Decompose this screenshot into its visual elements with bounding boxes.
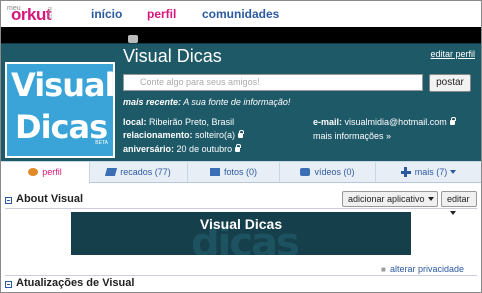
- tab-label: fotos (0): [223, 167, 257, 177]
- edit-label: editar: [447, 194, 470, 204]
- nav-link-inicio[interactable]: início: [91, 7, 122, 21]
- logo-text: orkut: [11, 5, 52, 24]
- add-app-button[interactable]: adicionar aplicativo: [342, 191, 438, 207]
- tab-recados[interactable]: recados (77): [89, 162, 187, 182]
- avatar-line-2: Dicas: [15, 108, 108, 146]
- info-email: e-mail: visualmidia@hotmail.com: [313, 117, 456, 127]
- avatar[interactable]: Visual Dicas BETA: [5, 62, 116, 158]
- user-icon: [28, 168, 39, 176]
- chevron-down-icon: [450, 211, 456, 215]
- updates-title: Atualizações de Visual: [16, 277, 135, 289]
- about-banner: dicas Visual Dicas: [71, 212, 411, 255]
- photo-icon: [209, 168, 220, 176]
- collapse-about-icon[interactable]: [5, 197, 12, 204]
- relationship-value: solteiro(a): [195, 130, 236, 140]
- email-value: visualmidia@hotmail.com: [344, 117, 447, 127]
- collapse-updates-icon[interactable]: [5, 281, 12, 288]
- tab-fotos[interactable]: fotos (0): [187, 162, 279, 182]
- birthday-label: aniversário:: [123, 144, 175, 154]
- chevron-down-icon: [427, 197, 434, 201]
- email-label: e-mail:: [313, 117, 343, 127]
- orkut-profile-page: meu orkut BETA início perfil comunidades…: [0, 0, 482, 293]
- relationship-label: relacionamento:: [123, 130, 193, 140]
- info-relationship: relacionamento: solteiro(a): [123, 130, 245, 140]
- edit-profile-link[interactable]: editar perfil: [430, 49, 475, 59]
- tab-label: perfil: [42, 167, 62, 177]
- tab-label: vídeos (0): [314, 167, 355, 177]
- header-band: [1, 27, 481, 43]
- chevron-down-icon: [450, 170, 457, 174]
- local-label: local:: [123, 117, 147, 127]
- scrap-icon: [105, 168, 118, 176]
- add-app-label: adicionar aplicativo: [348, 194, 425, 204]
- recent-label: mais recente:: [123, 97, 182, 107]
- tab-label: mais (7): [414, 167, 448, 177]
- tab-videos[interactable]: vídeos (0): [279, 162, 375, 182]
- edit-button[interactable]: editar: [441, 191, 477, 215]
- about-title: About Visual: [16, 193, 84, 205]
- nav-link-perfil[interactable]: perfil: [147, 7, 176, 21]
- birthday-value: 20 de outubro: [176, 144, 233, 154]
- profile-name: Visual Dicas: [123, 46, 222, 66]
- banner-title: Visual Dicas: [199, 216, 283, 232]
- avatar-beta-mark: BETA: [95, 140, 108, 146]
- about-divider: [5, 208, 477, 209]
- orkut-logo[interactable]: meu orkut BETA: [7, 4, 59, 24]
- status-input[interactable]: Conte algo para seus amigos!: [123, 74, 423, 91]
- lock-icon: [235, 144, 242, 152]
- info-birthday: aniversário: 20 de outubro: [123, 144, 242, 154]
- privacy-lock-icon: ■: [381, 265, 386, 274]
- tab-mais[interactable]: mais (7): [375, 162, 481, 182]
- speech-bubble-icon: [128, 35, 138, 43]
- logo-beta: BETA: [46, 7, 52, 20]
- local-value: Ribeirão Preto, Brasil: [149, 117, 235, 127]
- post-button[interactable]: postar: [429, 74, 471, 92]
- avatar-line-1: Visual: [11, 66, 116, 104]
- updates-top-divider: [5, 275, 477, 276]
- change-privacy-link[interactable]: alterar privacidade: [390, 264, 464, 274]
- lock-icon: [238, 130, 245, 138]
- plus-icon: [400, 167, 411, 177]
- recent-value: A sua fonte de informação!: [183, 97, 291, 107]
- video-icon: [300, 168, 311, 176]
- info-local: local: Ribeirão Preto, Brasil: [123, 117, 234, 127]
- lock-icon: [449, 117, 456, 125]
- more-info-link[interactable]: mais informações »: [313, 131, 391, 141]
- profile-header: Visual Dicas BETA Visual Dicas editar pe…: [1, 35, 481, 161]
- profile-tabs: perfil recados (77) fotos (0) vídeos (0)…: [1, 161, 481, 184]
- tab-perfil[interactable]: perfil: [1, 162, 89, 184]
- nav-link-comunidades[interactable]: comunidades: [202, 7, 279, 21]
- top-navigation: meu orkut BETA início perfil comunidades: [1, 1, 481, 27]
- recent-status: mais recente: A sua fonte de informação!: [123, 97, 290, 107]
- tab-label: recados (77): [120, 167, 171, 177]
